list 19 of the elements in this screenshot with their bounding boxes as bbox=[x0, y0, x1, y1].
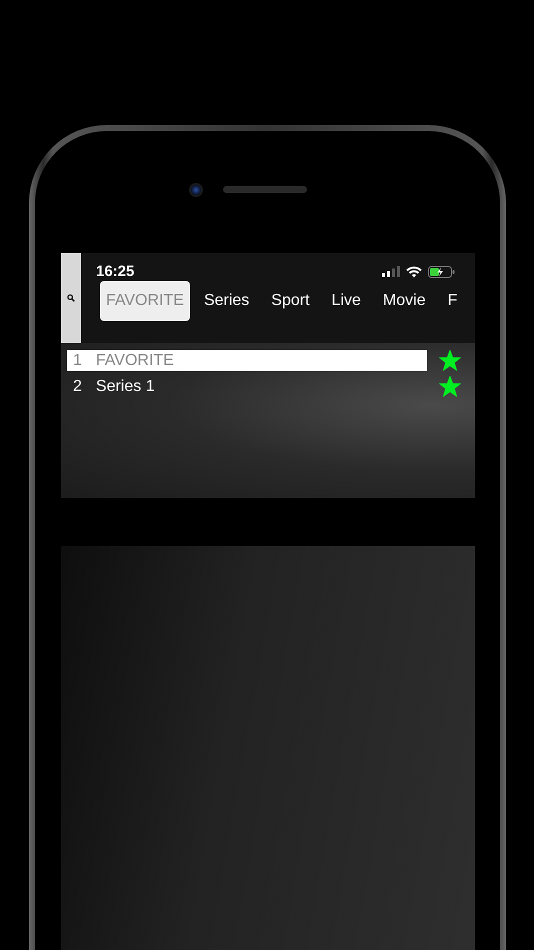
signal-icon bbox=[382, 266, 400, 277]
item-name: Series 1 bbox=[96, 378, 155, 396]
item-number: 1 bbox=[73, 352, 82, 370]
category-tab[interactable]: Movie bbox=[374, 282, 434, 320]
category-tab[interactable]: Sport bbox=[263, 282, 318, 320]
star-icon[interactable] bbox=[439, 350, 461, 371]
list-item[interactable]: 2 Series 1 bbox=[67, 376, 427, 397]
category-tab[interactable]: Series bbox=[196, 282, 258, 320]
category-tab[interactable]: F bbox=[440, 282, 466, 320]
star-icon[interactable] bbox=[439, 376, 461, 397]
battery-icon bbox=[428, 266, 455, 278]
wifi-icon bbox=[406, 266, 422, 278]
search-icon bbox=[67, 294, 75, 302]
list-item[interactable]: 1 FAVORITE bbox=[67, 350, 427, 371]
category-tab[interactable]: Live bbox=[324, 282, 369, 320]
item-name: FAVORITE bbox=[96, 352, 174, 370]
status-time: 16:25 bbox=[96, 263, 134, 280]
camera-icon bbox=[189, 183, 203, 197]
item-number: 2 bbox=[73, 378, 82, 396]
